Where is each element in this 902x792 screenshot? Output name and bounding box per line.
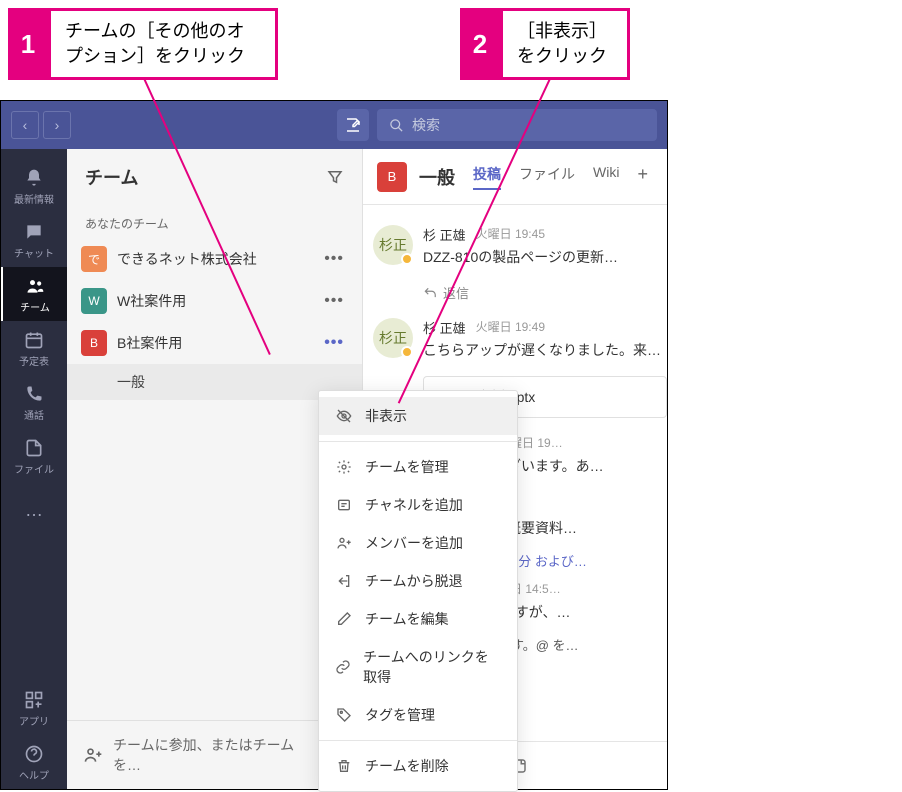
message-author: 杉 正雄 [423, 225, 466, 244]
presence-away-icon [401, 346, 413, 358]
reply-icon [423, 286, 437, 300]
menu-add-member[interactable]: メンバーを追加 [319, 524, 517, 562]
channel-header: B 一般 投稿 ファイル Wiki + [363, 149, 667, 205]
rail-files[interactable]: ファイル [1, 429, 67, 483]
menu-leave-team[interactable]: チームから脱退 [319, 562, 517, 600]
teams-header: チーム [67, 149, 362, 205]
message-text: DZZ-810の製品ページの更新… [423, 247, 667, 267]
tab-files[interactable]: ファイル [519, 164, 575, 190]
callout-2: 2 ［非表示］をクリック [460, 8, 630, 80]
team-context-menu: 非表示 チームを管理 チャネルを追加 メンバーを追加 チームから脱退 チームを編… [318, 390, 518, 792]
hide-icon [335, 407, 353, 425]
tab-wiki[interactable]: Wiki [593, 164, 619, 190]
leave-icon [335, 572, 353, 590]
compose-icon [344, 116, 362, 134]
rail-more[interactable]: … [1, 483, 67, 537]
menu-delete-team[interactable]: チームを削除 [319, 747, 517, 785]
callout-1-number: 1 [8, 8, 48, 80]
avatar: 杉正 [373, 318, 413, 358]
nav-arrows: ‹ › [11, 111, 71, 139]
reply-button[interactable]: 返信 [423, 277, 667, 308]
menu-manage-team[interactable]: チームを管理 [319, 448, 517, 486]
search-placeholder: 検索 [412, 115, 440, 135]
join-create-icon[interactable] [83, 745, 103, 765]
team-name: できるネット株式会社 [117, 249, 310, 269]
phone-icon [23, 383, 45, 405]
add-member-icon [335, 534, 353, 552]
link-icon [335, 658, 351, 676]
chat-icon [23, 221, 45, 243]
menu-manage-tags[interactable]: タグを管理 [319, 696, 517, 734]
team-avatar: W [81, 288, 107, 314]
callout-1: 1 チームの［その他のオプション］をクリック [8, 8, 278, 80]
calendar-icon [23, 329, 45, 351]
team-item-b[interactable]: B B社案件用 ••• [67, 322, 362, 364]
team-item-dekiru[interactable]: で できるネット株式会社 ••• [67, 238, 362, 280]
search-icon [389, 118, 404, 133]
edit-icon [335, 610, 353, 628]
filter-icon[interactable] [326, 168, 344, 186]
message-item: 杉正 杉 正雄火曜日 19:45 DZZ-810の製品ページの更新… [373, 215, 667, 277]
rail-teams[interactable]: チーム [1, 267, 67, 321]
teams-icon [24, 275, 46, 297]
team-more-button[interactable]: ••• [320, 292, 348, 310]
tag-icon [335, 706, 353, 724]
team-avatar: で [81, 246, 107, 272]
message-time: 火曜日 19:49 [476, 318, 545, 337]
tab-posts[interactable]: 投稿 [473, 164, 501, 190]
join-create-label[interactable]: チームに参加、またはチームを… [113, 735, 318, 775]
channel-name: 一般 [419, 164, 455, 190]
team-name: W社案件用 [117, 291, 310, 311]
more-icon: … [23, 499, 45, 521]
titlebar: ‹ › 検索 [1, 101, 667, 149]
callout-2-number: 2 [460, 8, 500, 80]
team-avatar: B [81, 330, 107, 356]
search-input[interactable]: 検索 [377, 109, 657, 141]
rail-chat[interactable]: チャット [1, 213, 67, 267]
compose-button[interactable] [337, 109, 369, 141]
message-text: こちらアップが遅くなりました。来… [423, 340, 667, 360]
rail-apps[interactable]: アプリ [1, 681, 67, 735]
apps-icon [23, 689, 45, 711]
add-channel-icon [335, 496, 353, 514]
team-more-button[interactable]: ••• [320, 250, 348, 268]
team-name: B社案件用 [117, 333, 310, 353]
rail-calendar[interactable]: 予定表 [1, 321, 67, 375]
menu-get-link[interactable]: チームへのリンクを取得 [319, 638, 517, 696]
rail-calls[interactable]: 通話 [1, 375, 67, 429]
presence-away-icon [401, 253, 413, 265]
avatar: 杉正 [373, 225, 413, 265]
gear-icon [335, 458, 353, 476]
trash-icon [335, 757, 353, 775]
team-more-button-active[interactable]: ••• [320, 334, 348, 352]
nav-forward-button[interactable]: › [43, 111, 71, 139]
callout-1-text: チームの［その他のオプション］をクリック [48, 8, 278, 80]
menu-separator [319, 740, 517, 741]
files-icon [23, 437, 45, 459]
help-icon [23, 743, 45, 765]
bell-icon [23, 167, 45, 189]
rail-help[interactable]: ヘルプ [1, 735, 67, 789]
add-tab-button[interactable]: + [637, 164, 648, 190]
channel-avatar: B [377, 162, 407, 192]
message-time: 火曜日 19:45 [476, 225, 545, 244]
app-rail: 最新情報 チャット チーム 予定表 通話 ファイル [1, 149, 67, 789]
menu-add-channel[interactable]: チャネルを追加 [319, 486, 517, 524]
menu-edit-team[interactable]: チームを編集 [319, 600, 517, 638]
menu-separator [319, 441, 517, 442]
rail-activity[interactable]: 最新情報 [1, 159, 67, 213]
callout-2-text: ［非表示］をクリック [500, 8, 630, 80]
teams-title: チーム [85, 164, 138, 190]
team-item-w[interactable]: W W社案件用 ••• [67, 280, 362, 322]
menu-hide[interactable]: 非表示 [319, 397, 517, 435]
nav-back-button[interactable]: ‹ [11, 111, 39, 139]
